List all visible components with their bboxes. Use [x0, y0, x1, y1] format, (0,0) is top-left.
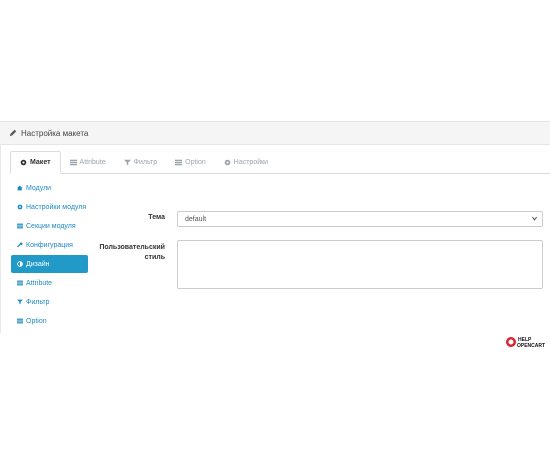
tab-label: Настройки [233, 158, 269, 166]
sidebar-item-label: Модули [26, 184, 52, 192]
custom-style-label: Пользовательский стиль [85, 243, 165, 263]
sidebar-item-configuration[interactable]: Конфигурация [11, 236, 88, 254]
filter-icon [123, 159, 131, 165]
adjust-icon [17, 261, 23, 267]
list-icon [17, 318, 23, 324]
pencil-icon [9, 129, 17, 137]
sidebar-item-label: Секции модуля [26, 222, 76, 230]
gear-icon [224, 159, 231, 165]
theme-select-value: default [185, 215, 207, 223]
sidebar-item-label: Фильтр [26, 298, 50, 306]
chevron-down-icon [531, 216, 538, 221]
tab-label: Attribute [79, 158, 106, 166]
theme-select[interactable]: default [177, 211, 543, 227]
gear-icon [20, 159, 27, 166]
list-icon [17, 280, 23, 286]
sidebar-item-label: Дизайн [26, 260, 50, 268]
list-icon [17, 223, 23, 229]
tab-bar: Макет Attribute Фильтр Option Настройки [10, 151, 550, 174]
help-opencart-logo: HELP OPENCART [506, 337, 545, 349]
sidebar-item-filter[interactable]: Фильтр [11, 293, 88, 311]
sidebar-item-attribute[interactable]: Attribute [11, 274, 88, 292]
custom-style-label-line1: Пользовательский [99, 244, 165, 251]
sidebar-item-label: Настройки модуля [26, 203, 87, 211]
tab-option[interactable]: Option [166, 151, 215, 173]
sidebar-item-label: Конфигурация [26, 241, 73, 249]
tab-label: Option [185, 158, 206, 166]
sidebar-item-design[interactable]: Дизайн [11, 255, 88, 273]
svg-text:OPENCART: OPENCART [517, 343, 545, 349]
puzzle-icon [17, 185, 22, 191]
tab-filter[interactable]: Фильтр [115, 151, 167, 173]
custom-style-label-line2: стиль [144, 254, 165, 261]
panel-heading: Настройка макета [0, 122, 550, 145]
tab-label: Макет [30, 159, 51, 166]
sidebar-item-module-settings[interactable]: Настройки модуля [11, 198, 88, 216]
tab-layout[interactable]: Макет [10, 151, 61, 174]
panel-body: Макет Attribute Фильтр Option Настройки [0, 145, 550, 349]
layout-settings-panel: Настройка макета Макет Attribute Фильтр … [0, 121, 550, 349]
sidebar-item-label: Attribute [26, 279, 53, 287]
gear-icon [17, 204, 23, 210]
wrench-icon [17, 242, 23, 248]
sidebar-item-label: Option [26, 317, 47, 325]
panel-title: Настройка макета [9, 129, 88, 138]
tab-label: Фильтр [133, 158, 158, 166]
theme-label: Тема [148, 214, 165, 221]
tab-settings[interactable]: Настройки [215, 151, 277, 173]
sidebar-item-option[interactable]: Option [11, 312, 88, 330]
list-icon [175, 159, 183, 165]
custom-style-textarea[interactable] [177, 240, 543, 289]
side-navigation: Модули Настройки модуля Секции модуля Ко… [11, 179, 88, 331]
list-icon [69, 159, 77, 165]
tab-attribute[interactable]: Attribute [61, 151, 115, 173]
filter-icon [17, 299, 23, 305]
sidebar-item-modules[interactable]: Модули [11, 179, 88, 197]
panel-title-text: Настройка макета [21, 128, 89, 138]
sidebar-item-module-sections[interactable]: Секции модуля [11, 217, 88, 235]
